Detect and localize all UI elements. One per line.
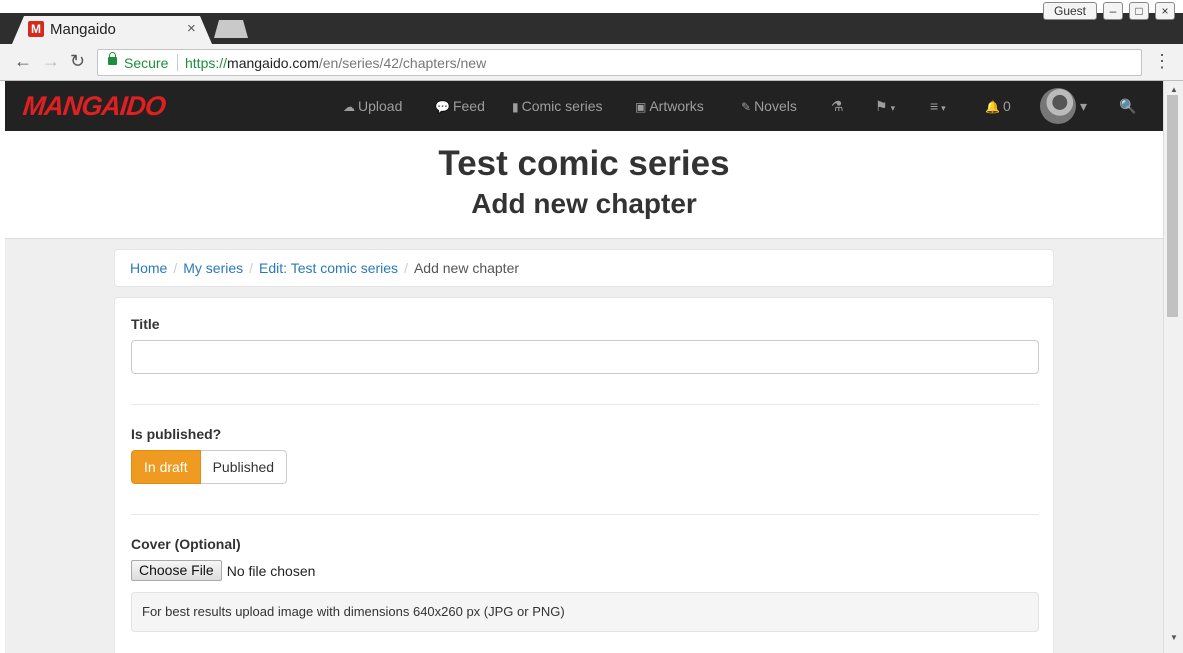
scroll-down-arrow-icon[interactable]: ▼ [1170,633,1178,642]
nav-novels-label: Novels [754,98,797,114]
minimize-button[interactable]: – [1103,2,1123,20]
nav-comic-series-label: Comic series [521,98,603,114]
window-controls: Guest – □ × [1042,2,1175,20]
flag-icon: ⚑ [875,98,888,114]
series-title: Test comic series [438,144,730,183]
nav-flag-dropdown[interactable]: ⚑ ▾ [875,98,895,115]
window-top-strip [0,0,1183,13]
chevron-down-icon: ▾ [941,103,946,113]
address-bar[interactable]: Secure https://mangaido.com/en/series/42… [97,49,1142,76]
search-icon[interactable]: 🔍 [1119,98,1136,115]
nav-artworks-label: Artworks [649,98,704,114]
edit-icon: ✎ [741,100,752,114]
cover-label: Cover (Optional) [131,536,241,552]
file-status: No file chosen [226,562,316,579]
nav-comic-series[interactable]: ▮ Comic series [512,98,603,114]
breadcrumb-home[interactable]: Home [130,260,167,276]
nav-artworks[interactable]: ▣ Artworks [635,98,704,114]
published-button[interactable]: Published [200,450,288,484]
bell-icon: 🔔 [985,100,1000,114]
divider [131,514,1039,515]
page-scrollbar[interactable]: ▲ ▼ [1163,81,1183,653]
chapter-form: Title Is published? In draft Published C… [114,297,1054,653]
breadcrumb-current: Add new chapter [413,260,520,276]
url-host: mangaido.com [227,55,319,71]
title-input[interactable] [131,340,1039,374]
brand-logo[interactable]: MANGAIDO [21,91,166,122]
url-text: https://mangaido.com/en/series/42/chapte… [185,55,486,71]
back-arrow-icon[interactable]: ← [14,52,32,70]
scroll-thumb[interactable] [1167,95,1178,317]
publish-toggle: In draft Published [131,450,288,484]
browser-menu-icon[interactable]: ⋮ [1153,52,1171,70]
breadcrumb-edit-series[interactable]: Edit: Test comic series [259,260,398,276]
book-icon: ▮ [512,100,519,114]
nav-feed-label: Feed [452,98,485,114]
secure-label: Secure [124,55,169,71]
cover-file-input: Choose File No file chosen [131,560,315,581]
breadcrumb-divider: / [249,260,254,276]
breadcrumb: Home / My series / Edit: Test comic series / A… [114,249,1054,287]
nav-menu-dropdown[interactable]: ≡ ▾ [930,98,946,114]
breadcrumb-divider: / [404,260,408,276]
nav-upload-label: Upload [358,98,403,114]
page-header: Test comic series Add new chapter [5,131,1163,239]
choose-file-button[interactable]: Choose File [131,560,222,581]
avatar[interactable] [1040,88,1076,124]
breadcrumb-divider: / [173,260,178,276]
new-tab-button[interactable] [214,20,248,38]
forward-arrow-icon[interactable]: → [42,52,60,70]
tab-close-icon[interactable]: × [187,20,196,37]
guest-profile-button[interactable]: Guest [1042,2,1097,20]
browser-chrome: M Mangaido × Guest – □ × ← → ↻ Secure ht… [0,0,1183,81]
published-label: Is published? [131,426,222,442]
breadcrumb-my-series[interactable]: My series [183,260,243,276]
page-title: Add new chapter [471,188,697,219]
title-label: Title [131,316,160,332]
browser-toolbar: ← → ↻ Secure https://mangaido.com/en/ser… [0,44,1183,81]
cloud-upload-icon: ☁ [343,100,355,114]
divider [131,404,1039,405]
chevron-down-icon: ▾ [890,103,896,113]
reload-icon[interactable]: ↻ [70,52,85,70]
cover-help-text: For best results upload image with dimen… [131,592,1039,632]
scroll-up-arrow-icon[interactable]: ▲ [1170,85,1178,94]
maximize-button[interactable]: □ [1129,2,1149,20]
tab-favicon-icon: M [28,21,44,37]
chevron-down-icon[interactable]: ▾ [1080,98,1087,115]
url-path: /en/series/42/chapters/new [318,55,487,71]
nav-novels[interactable]: ✎ Novels [741,98,797,114]
hamburger-menu-icon: ≡ [930,98,939,114]
notification-count: 0 [1002,98,1011,114]
nav-upload[interactable]: ☁ Upload [343,98,402,114]
comments-icon: 💬 [435,100,450,114]
in-draft-button[interactable]: In draft [131,450,201,484]
potion-icon[interactable]: ⚗ [831,98,844,115]
url-scheme: https:// [185,55,228,71]
tab-title: Mangaido [50,21,116,38]
lock-icon [108,52,117,65]
nav-feed[interactable]: 💬 Feed [435,98,485,114]
close-window-button[interactable]: × [1155,2,1175,20]
site-navbar: MANGAIDO ☁ Upload 💬 Feed ▮ Comic series ▣ Ar… [5,81,1163,131]
omnibox-separator [177,54,178,71]
nav-notifications[interactable]: 🔔 0 [985,98,1011,114]
page-viewport: MANGAIDO ☁ Upload 💬 Feed ▮ Comic series ▣ Ar… [5,81,1163,653]
picture-icon: ▣ [635,100,647,114]
